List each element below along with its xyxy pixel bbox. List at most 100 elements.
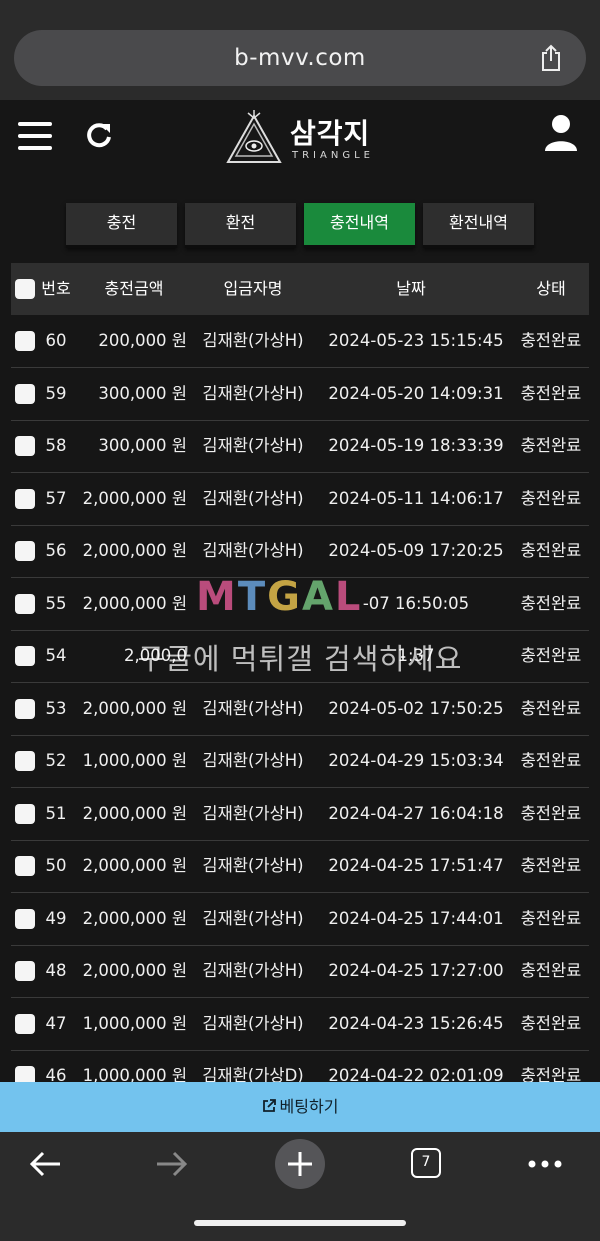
table-row[interactable]: 51 2,000,000 원 김재환(가상H) 2024-04-27 16:04:18… xyxy=(11,788,589,841)
more-options-icon[interactable] xyxy=(528,1160,562,1168)
cell-status: 충전완료 xyxy=(520,488,582,508)
bet-button[interactable]: 베팅하기 xyxy=(0,1082,600,1132)
home-indicator xyxy=(194,1220,406,1226)
table-row[interactable]: 48 2,000,000 원 김재환(가상H) 2024-04-25 17:27:00… xyxy=(11,945,589,998)
cell-amount: 200,000 원 xyxy=(98,331,187,350)
cell-status: 충전완료 xyxy=(520,908,582,928)
cell-date: 2024-05-09 17:20:25 xyxy=(328,541,504,560)
table-row[interactable]: 53 2,000,000 원 김재환(가상H) 2024-05-02 17:50:25… xyxy=(11,683,589,736)
cell-status: 충전완료 xyxy=(520,1066,582,1082)
select-all-checkbox[interactable] xyxy=(15,279,35,299)
tab-withdraw-history[interactable]: 환전내역 xyxy=(423,203,534,248)
share-icon[interactable] xyxy=(538,44,564,72)
table-row[interactable]: 46 1,000,000 원 김재환(가상D) 2024-04-22 02:01:09… xyxy=(11,1050,589,1082)
tab-deposit-history[interactable]: 충전내역 xyxy=(304,203,415,248)
header-date: 날짜 xyxy=(396,279,426,298)
cell-depositor: 김재환(가상H) xyxy=(202,803,304,823)
cell-status: 충전완료 xyxy=(520,856,582,875)
cell-amount: 2,000,000 원 xyxy=(82,803,187,823)
table-row[interactable]: 57 2,000,000 원 김재환(가상H) 2024-05-11 14:06:17… xyxy=(11,473,589,526)
row-checkbox[interactable] xyxy=(15,541,35,561)
site-header: 삼각지 TRIANGLE xyxy=(0,100,600,190)
cell-amount: 2,000,000 원 xyxy=(82,856,187,875)
cell-depositor: 김재환(가상H) xyxy=(202,961,304,980)
logo-text: 삼각지 xyxy=(290,117,371,150)
cell-depositor: 김재환(가상H) xyxy=(202,751,304,770)
cell-no: 46 xyxy=(45,1066,67,1082)
new-tab-button[interactable] xyxy=(275,1139,325,1189)
row-checkbox[interactable] xyxy=(15,436,35,456)
tab-deposit[interactable]: 충전 xyxy=(66,203,177,248)
watermark-text: 구글에 먹튀갤 검색하세요 xyxy=(137,642,463,676)
cell-date: 2024-05-23 15:15:45 xyxy=(328,331,504,350)
cell-date: 2024-04-25 17:44:01 xyxy=(328,908,504,928)
cell-no: 51 xyxy=(45,803,67,823)
cell-amount: 1,000,000 원 xyxy=(82,1066,187,1082)
address-bar[interactable]: b-mvv.com xyxy=(14,30,586,86)
row-checkbox[interactable] xyxy=(15,383,35,404)
header-depositor: 입금자명 xyxy=(223,279,283,298)
site-logo[interactable]: 삼각지 TRIANGLE xyxy=(222,110,382,170)
forward-arrow-icon[interactable] xyxy=(155,1149,189,1179)
cell-no: 55 xyxy=(45,593,67,613)
row-checkbox[interactable] xyxy=(15,331,35,351)
row-checkbox[interactable] xyxy=(15,698,35,719)
cell-depositor: 김재환(가상H) xyxy=(202,436,304,455)
cell-amount: 2,000,000 원 xyxy=(82,961,187,980)
cell-depositor: 김재환(가상H) xyxy=(202,541,304,560)
table-row[interactable]: 56 2,000,000 원 김재환(가상H) 2024-05-09 17:20:25… xyxy=(11,525,589,578)
cell-date: 2024-04-23 15:26:45 xyxy=(328,1013,504,1033)
row-checkbox[interactable] xyxy=(15,961,35,981)
cell-no: 57 xyxy=(45,488,67,508)
cell-depositor: 김재환(가상D) xyxy=(202,1066,304,1082)
row-checkbox[interactable] xyxy=(15,751,35,771)
cell-amount: 2,000,000 원 xyxy=(82,908,187,928)
row-checkbox[interactable] xyxy=(15,593,35,614)
cell-date: 2024-04-25 17:27:00 xyxy=(328,961,504,980)
cell-date: 2024-04-25 17:51:47 xyxy=(328,856,504,875)
table-row[interactable]: 59 300,000 원 김재환(가상H) 2024-05-20 14:09:31 충전… xyxy=(11,368,589,421)
logo-subtext: TRIANGLE xyxy=(292,150,374,161)
cell-status: 충전완료 xyxy=(520,541,582,560)
back-arrow-icon[interactable] xyxy=(28,1149,62,1179)
cell-no: 48 xyxy=(45,961,67,980)
table-row[interactable]: 47 1,000,000 원 김재환(가상H) 2024-04-23 15:26:45… xyxy=(11,998,589,1051)
table-row[interactable]: 52 1,000,000 원 김재환(가상H) 2024-04-29 15:03:34… xyxy=(11,735,589,788)
table-row[interactable]: 58 300,000 원 김재환(가상H) 2024-05-19 18:33:39 충전… xyxy=(11,420,589,473)
tab-withdraw[interactable]: 환전 xyxy=(185,203,296,248)
hamburger-menu-icon[interactable] xyxy=(18,122,52,150)
table-row[interactable]: 50 2,000,000 원 김재환(가상H) 2024-04-25 17:51:47… xyxy=(11,840,589,893)
external-link-icon xyxy=(262,1099,276,1112)
table-row[interactable]: 49 2,000,000 원 김재환(가상H) 2024-04-25 17:44:01… xyxy=(11,893,589,946)
refresh-icon[interactable] xyxy=(84,120,114,150)
row-checkbox[interactable] xyxy=(15,1013,35,1034)
table-row[interactable]: 60 200,000 원 김재환(가상H) 2024-05-23 15:15:45 충전… xyxy=(11,315,589,368)
cell-no: 59 xyxy=(45,383,67,403)
cell-no: 58 xyxy=(45,436,67,455)
row-checkbox[interactable] xyxy=(15,908,35,929)
tab-switcher-button[interactable]: 7 xyxy=(411,1148,441,1178)
triangle-logo-icon xyxy=(226,110,282,163)
cell-no: 49 xyxy=(45,908,67,928)
cell-depositor: 김재환(가상H) xyxy=(202,908,304,928)
cell-date: 2024-05-19 18:33:39 xyxy=(328,436,504,455)
row-checkbox[interactable] xyxy=(15,1066,35,1082)
cell-date: 2024-05-20 14:09:31 xyxy=(328,383,504,403)
cell-no: 47 xyxy=(45,1013,67,1033)
cell-depositor: 김재환(가상H) xyxy=(202,488,304,508)
cell-no: 50 xyxy=(45,856,67,875)
row-checkbox[interactable] xyxy=(15,856,35,876)
row-checkbox[interactable] xyxy=(15,803,35,824)
cell-amount: 300,000 원 xyxy=(98,436,187,455)
cell-status: 충전완료 xyxy=(520,436,582,455)
cell-status: 충전완료 xyxy=(520,383,582,403)
cell-no: 56 xyxy=(45,541,67,560)
row-checkbox[interactable] xyxy=(15,488,35,509)
cell-depositor: 김재환(가상H) xyxy=(202,331,304,350)
cell-status: 충전완료 xyxy=(520,803,582,823)
cell-no: 60 xyxy=(45,331,67,350)
cell-status: 충전완료 xyxy=(520,961,582,980)
user-icon[interactable] xyxy=(544,114,578,152)
cell-amount: 2,000,000 원 xyxy=(82,488,187,508)
cell-depositor: 김재환(가상H) xyxy=(202,1013,304,1033)
